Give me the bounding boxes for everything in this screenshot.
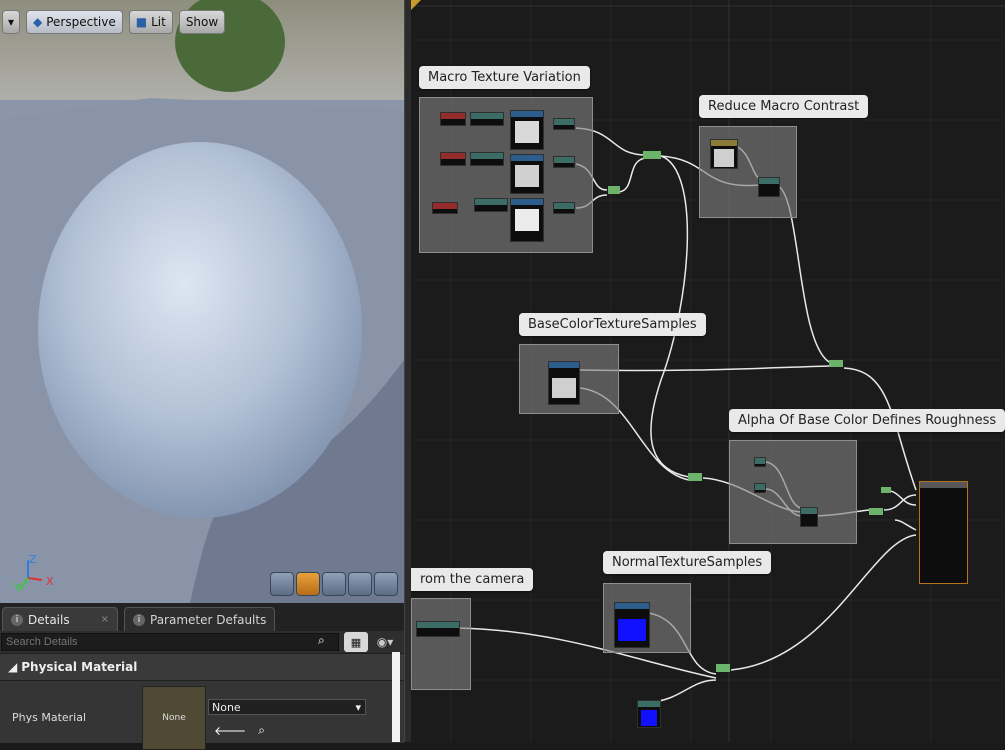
multiply-node[interactable] — [474, 198, 508, 212]
comment-normal-texture-samples[interactable] — [603, 583, 691, 653]
phys-material-thumbnail[interactable]: None — [142, 686, 206, 750]
tab-parameter-defaults-label: Parameter Defaults — [150, 612, 267, 627]
grid-icon: ▦ — [350, 635, 362, 649]
perspective-button[interactable]: ◆ Perspective — [26, 10, 123, 34]
show-button[interactable]: Show — [178, 10, 226, 34]
lerp-node[interactable] — [800, 507, 818, 527]
info-icon: i — [11, 613, 23, 626]
preview-plane-button[interactable] — [322, 572, 346, 596]
multiply-node[interactable] — [470, 112, 504, 126]
base-color-texture-sample-node[interactable] — [548, 361, 580, 405]
chevron-down-icon: ▾ — [355, 700, 361, 714]
texture-sample-node[interactable] — [510, 154, 544, 194]
comment-label-alpha-roughness[interactable]: Alpha Of Base Color Defines Roughness — [729, 409, 1005, 432]
comment-label-macro-texture-variation[interactable]: Macro Texture Variation — [419, 66, 590, 89]
perspective-icon: ◆ — [33, 15, 43, 29]
texcoord-node[interactable] — [440, 152, 466, 166]
camera-distance-node[interactable] — [416, 621, 460, 637]
use-selected-arrow-icon[interactable]: 🡐 — [214, 723, 246, 738]
collapse-arrow-icon: ◢ — [8, 660, 18, 674]
tab-parameter-defaults[interactable]: i Parameter Defaults — [124, 607, 276, 631]
comment-reduce-macro-contrast[interactable] — [699, 126, 797, 218]
search-icon: ⌕ — [318, 633, 325, 647]
phys-material-combo[interactable]: None ▾ — [208, 699, 366, 715]
details-panel: i Details × i Parameter Defaults ⌕ ▦ ◉▾ … — [0, 603, 404, 750]
preview-shape-toolbar — [270, 572, 398, 596]
view-options-button[interactable]: ◉▾ — [370, 632, 400, 652]
lit-button[interactable]: ■ Lit — [128, 10, 173, 34]
comment-label-reduce-macro-contrast[interactable]: Reduce Macro Contrast — [699, 95, 869, 118]
chevron-down-icon: ▾ — [7, 15, 15, 29]
preview-sphere-button[interactable] — [296, 572, 320, 596]
show-label: Show — [185, 15, 219, 29]
browse-search-icon[interactable]: ⌕ — [258, 723, 265, 738]
comment-base-color-texture-samples[interactable] — [519, 344, 619, 414]
details-search-bar: ⌕ ▦ ◉▾ — [0, 631, 404, 653]
comment-from-camera[interactable] — [411, 598, 471, 690]
close-tab-icon[interactable]: × — [101, 614, 109, 625]
axis-y-label: Y — [13, 581, 21, 594]
material-graph-canvas[interactable]: Macro Texture Variation Reduce Macro Con… — [411, 0, 1005, 742]
thumbnail-text: None — [162, 713, 186, 723]
axis-gizmo: Z X Y — [13, 553, 54, 594]
preview-scene — [0, 0, 404, 603]
add-node[interactable] — [553, 156, 575, 168]
asset-actions: 🡐 ⌕ — [214, 723, 265, 738]
viewport-options-dropdown[interactable]: ▾ — [2, 10, 20, 34]
property-matrix-button[interactable]: ▦ — [344, 632, 368, 652]
multiply-node[interactable] — [470, 152, 504, 166]
perspective-label: Perspective — [46, 15, 116, 29]
texcoord-node[interactable] — [440, 112, 466, 126]
lit-label: Lit — [151, 15, 166, 29]
preview-cylinder-button[interactable] — [270, 572, 294, 596]
search-details-input[interactable] — [1, 633, 339, 651]
add-node[interactable] — [553, 202, 575, 214]
comment-label-from-camera[interactable]: rom the camera — [411, 568, 534, 591]
viewport-toolbar: ▾ ◆ Perspective ■ Lit Show — [2, 10, 226, 34]
tab-details[interactable]: i Details × — [2, 607, 118, 631]
material-preview-viewport[interactable]: ▾ ◆ Perspective ■ Lit Show Z X Y — [0, 0, 404, 603]
lerp-node[interactable] — [758, 177, 780, 197]
preview-cube-button[interactable] — [348, 572, 372, 596]
section-title: Physical Material — [21, 660, 138, 674]
material-output-node[interactable] — [919, 481, 968, 584]
comment-alpha-roughness[interactable] — [729, 440, 857, 544]
axis-x-label: X — [46, 575, 54, 588]
lit-cube-icon: ■ — [135, 15, 148, 29]
details-scrollbar[interactable] — [392, 652, 400, 742]
texcoord-node[interactable] — [432, 202, 458, 214]
info-icon: i — [133, 613, 145, 626]
axis-z-label: Z — [29, 553, 37, 566]
comment-label-normal-texture-samples[interactable]: NormalTextureSamples — [603, 551, 772, 574]
normal-texture-sample-node[interactable] — [614, 602, 650, 648]
constant-node[interactable] — [754, 457, 766, 467]
texture-sample-node[interactable] — [510, 110, 544, 150]
flat-normal-constant-node[interactable] — [637, 700, 661, 728]
phys-material-label: Phys Material — [12, 711, 87, 724]
combo-value: None — [212, 700, 241, 714]
comment-macro-texture-variation[interactable] — [419, 97, 593, 253]
comment-label-base-color-texture-samples[interactable]: BaseColorTextureSamples — [519, 313, 706, 336]
preview-mesh-button[interactable] — [374, 572, 398, 596]
texture-sample-node[interactable] — [510, 198, 544, 242]
texture-preview-node[interactable] — [710, 139, 738, 169]
phys-material-row: Phys Material None None ▾ 🡐 ⌕ — [0, 681, 404, 750]
add-node[interactable] — [553, 118, 575, 130]
eye-icon: ◉▾ — [376, 635, 394, 649]
constant-node[interactable] — [754, 483, 766, 493]
physical-material-section[interactable]: ◢ Physical Material — [0, 653, 404, 681]
details-tab-bar: i Details × i Parameter Defaults — [0, 603, 404, 631]
tab-details-label: Details — [28, 612, 70, 627]
